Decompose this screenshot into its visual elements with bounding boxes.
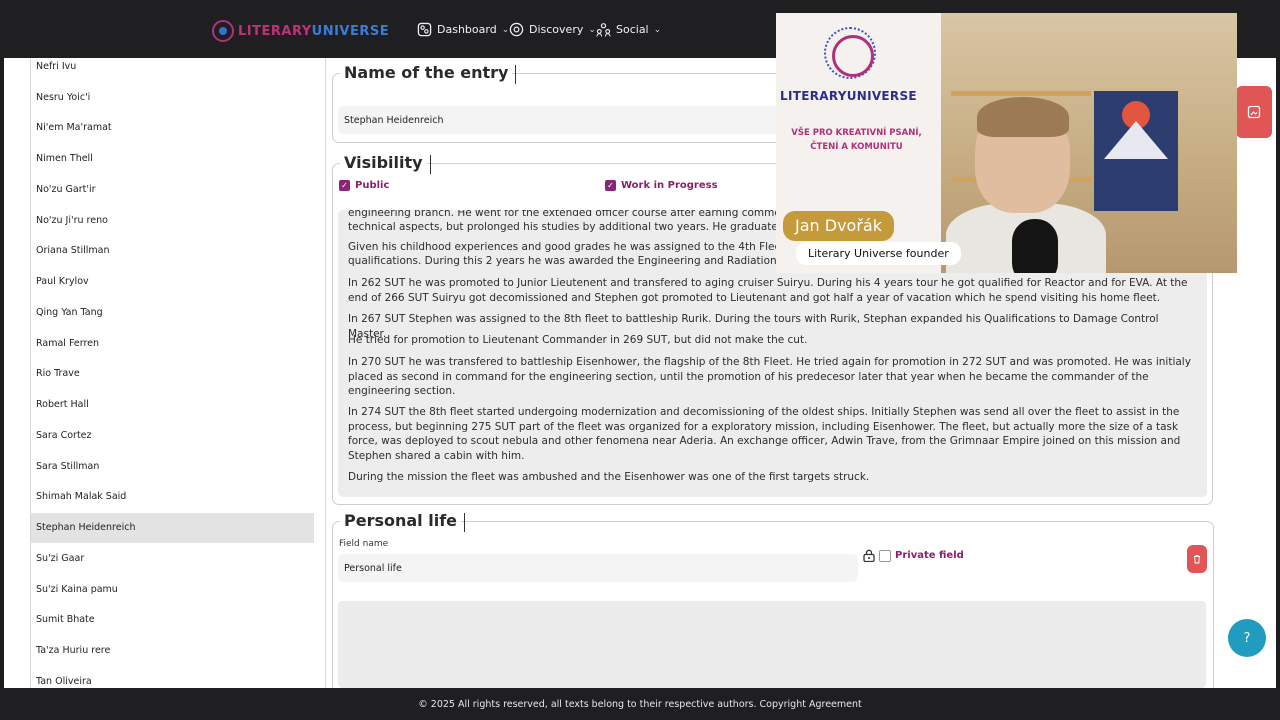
shelf-board [951,91,1091,96]
nav-social-label: Social [616,23,649,36]
field-name-input[interactable]: Personal life [338,554,858,582]
sidebar-item[interactable]: Ramal Ferren [31,329,314,359]
wip-checkbox[interactable]: ✓ Work in Progress [605,180,718,191]
biography-paragraph: During the mission the fleet was ambushe… [348,471,870,483]
sidebar-item[interactable]: Ni'em Ma'ramat [31,113,314,143]
field-name-label: Field name [339,539,389,549]
chevron-down-icon: ⌄ [653,24,662,35]
sidebar-item[interactable]: Sumit Bhate [31,605,314,635]
logo-text-part2: UNIVERSE [311,23,390,39]
biography-paragraph: He tried for promotion to Lieutenant Com… [348,334,808,346]
sidebar-item[interactable]: Nefri Ivu [31,58,314,82]
personal-life-title: Personal life [340,511,466,532]
sidebar-item[interactable]: Nesru Yoic'i [31,83,314,113]
chevron-down-icon: ⌄ [588,24,596,35]
personal-life-editor[interactable] [338,601,1206,688]
entry-list-sidebar: Nefri Ivu Nesru Yoic'i Ni'em Ma'ramat Ni… [30,58,326,688]
nav-dashboard[interactable]: Dashboard ⌄ [417,22,509,37]
sidebar-item[interactable]: No'zu Gart'ir [31,175,314,205]
sidebar-item[interactable]: Nimen Thell [31,144,314,174]
banner-tagline: VŠE PRO KREATIVNÍ PSANÍ, ČTENÍ A KOMUNIT… [791,128,922,152]
sidebar-item[interactable]: Ta'za Huriu rere [31,636,314,666]
nav-dashboard-label: Dashboard [437,23,497,36]
footer: © 2025 All rights reserved, all texts be… [0,688,1280,720]
gallery-icon [1247,105,1261,119]
presenter-role: Literary Universe founder [796,242,961,265]
private-field-checkbox[interactable] [879,549,891,562]
sidebar-item[interactable]: Su'zi Gaar [31,544,314,574]
people-icon [596,23,611,37]
app-logo[interactable]: LITERARYUNIVERSE [212,20,389,42]
biography-paragraph: In 262 SUT he was promoted to Junior Lie… [348,277,1188,304]
dashboard-icon [417,22,432,37]
sidebar-item[interactable]: Shimah Malak Said [31,482,314,512]
sidebar-item[interactable]: Robert Hall [31,390,314,420]
logo-text-part1: LITERARY [238,23,312,39]
wip-label: Work in Progress [621,180,718,191]
sidebar-item[interactable]: Sara Stillman [31,452,314,482]
private-field-toggle[interactable]: Private field [863,549,964,562]
sidebar-item[interactable]: No'zu Ji'ru reno [31,206,314,236]
biography-paragraph: In 270 SUT he was transfered to battlesh… [348,356,1191,397]
sidebar-item[interactable]: Qing Yan Tang [31,298,314,328]
microphone [1012,219,1058,273]
sidebar-item[interactable]: Tan Oliveira [31,667,314,688]
banner-brand: LITERARYUNIVERSE [780,89,917,103]
side-tab-button[interactable] [1236,86,1272,138]
delete-field-button[interactable] [1187,545,1207,573]
compass-icon [509,22,524,37]
entry-name-title: Name of the entry [340,63,517,84]
brand-logo-icon [824,27,876,79]
fuji-poster [1094,91,1178,211]
sidebar-item-active[interactable]: Stephan Heidenreich [31,513,314,543]
presenter-name: Jan Dvořák [783,211,894,241]
sidebar-item[interactable]: Su'zi Kaina pamu [31,575,314,605]
private-field-label: Private field [895,550,964,561]
nav-social[interactable]: Social ⌄ [596,22,661,37]
footer-text: © 2025 All rights reserved, all texts be… [418,698,862,710]
public-checkbox[interactable]: ✓ Public [339,180,389,191]
trash-icon [1194,555,1200,564]
sidebar-item[interactable]: Oriana Stillman [31,236,314,266]
sidebar-item[interactable]: Sara Cortez [31,421,314,451]
checkmark-icon: ✓ [605,180,616,191]
checkmark-icon: ✓ [339,180,350,191]
poster-mountain [1104,121,1168,159]
biography-paragraph: In 274 SUT the 8th fleet started undergo… [348,406,1181,462]
help-button[interactable]: ? [1228,619,1266,657]
public-label: Public [355,180,390,191]
presenter-hair [977,97,1069,137]
lock-icon [863,549,875,562]
sidebar-item[interactable]: Paul Krylov [31,267,314,297]
nav-discovery-label: Discovery [529,23,584,36]
logo-icon [212,20,234,42]
webcam-overlay: LITERARYUNIVERSE VŠE PRO KREATIVNÍ PSANÍ… [776,13,1237,273]
sidebar-item[interactable]: Rio Trave [31,359,314,389]
visibility-title: Visibility [340,153,431,174]
nav-discovery[interactable]: Discovery ⌄ [509,22,596,37]
